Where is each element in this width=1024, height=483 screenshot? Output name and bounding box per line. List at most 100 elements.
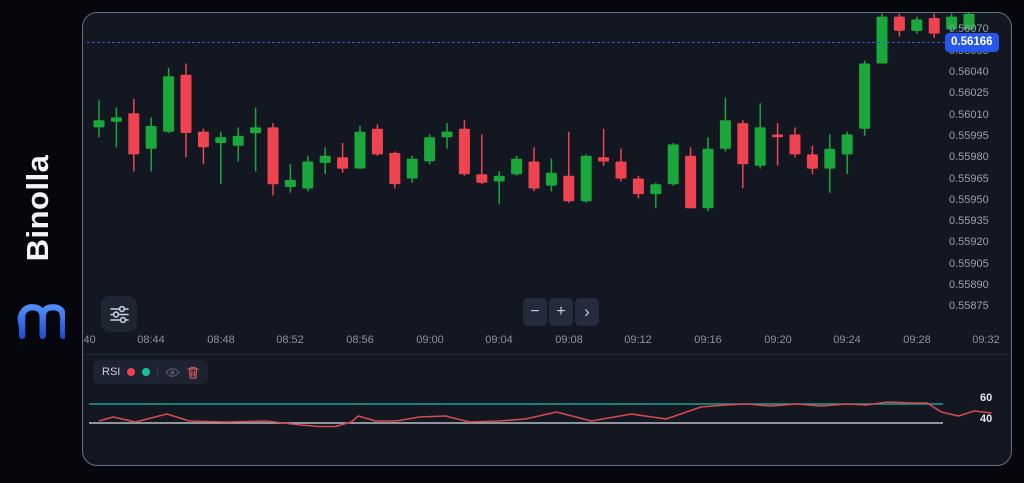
- candle-body: [493, 175, 505, 182]
- candle-body: [441, 131, 453, 138]
- candle-body: [563, 175, 575, 202]
- candle-body: [545, 172, 557, 186]
- candle-body: [163, 76, 175, 132]
- price-axis-tick: 0.55995: [949, 130, 989, 142]
- candle-body: [806, 154, 818, 169]
- candle-body: [371, 128, 383, 155]
- time-axis-tick: 09:12: [624, 334, 652, 346]
- time-axis-tick: 09:28: [903, 334, 931, 346]
- current-price-dashed-line: [87, 42, 945, 43]
- candle-body: [267, 127, 279, 185]
- candle-body: [667, 144, 679, 185]
- candle-body: [685, 155, 697, 209]
- rsi-pane-separator: [83, 354, 1011, 355]
- rsi-upper-level-label: 60: [980, 392, 993, 404]
- candle-body: [893, 16, 905, 31]
- candle-body: [232, 135, 244, 146]
- price-axis-tick: 0.55905: [949, 258, 989, 270]
- price-axis-tick: 0.55890: [949, 279, 989, 291]
- price-axis-tick: 0.56085: [949, 13, 989, 15]
- time-axis-tick: 08:48: [207, 334, 235, 346]
- brand-logo-icon: [17, 304, 65, 339]
- brand-name: Binolla: [20, 154, 55, 262]
- price-axis-tick: 0.55980: [949, 151, 989, 163]
- indicator-settings-button[interactable]: [101, 296, 137, 332]
- candle-body: [319, 155, 331, 163]
- candle-body: [458, 128, 470, 175]
- candle-body: [110, 117, 122, 122]
- time-axis-tick: 08:56: [346, 334, 374, 346]
- candle-body: [93, 120, 105, 128]
- rsi-red-dot-icon[interactable]: [127, 368, 136, 376]
- candle-body: [128, 113, 140, 155]
- time-axis-tick: 08:40: [83, 334, 96, 346]
- current-price-label: 0.56166: [945, 33, 999, 52]
- candle-body: [406, 158, 418, 179]
- candle-body: [859, 63, 871, 129]
- price-axis-tick: 0.55935: [949, 215, 989, 227]
- candle-body: [876, 16, 888, 64]
- time-axis-tick: 09:04: [485, 334, 513, 346]
- candle-body: [528, 161, 540, 189]
- rsi-indicator-chip[interactable]: RSI: [93, 360, 209, 384]
- chip-divider: [157, 365, 159, 379]
- candle-body: [284, 179, 296, 187]
- time-axis-tick: 09:20: [764, 334, 792, 346]
- candle-body: [598, 157, 610, 162]
- candle-body: [928, 18, 940, 34]
- rsi-teal-dot-icon[interactable]: [142, 368, 151, 376]
- visibility-eye-icon[interactable]: [165, 367, 181, 378]
- candle-body: [424, 137, 436, 162]
- candle-body: [337, 157, 349, 169]
- time-axis-tick: 08:52: [276, 334, 304, 346]
- pan-right-button[interactable]: ›: [575, 298, 599, 326]
- price-axis-tick: 0.55965: [949, 173, 989, 185]
- time-axis-tick: 09:00: [416, 334, 444, 346]
- price-axis-tick: 0.55875: [949, 300, 989, 312]
- candle-body: [180, 74, 192, 133]
- time-axis-tick: 08:44: [137, 334, 165, 346]
- candle-body: [389, 152, 401, 185]
- candle-body: [841, 134, 853, 155]
- price-axis-tick: 0.56010: [949, 109, 989, 121]
- price-axis-tick: 0.55920: [949, 236, 989, 248]
- candle-body: [145, 126, 157, 149]
- candle-body: [772, 134, 784, 138]
- candle-body: [754, 127, 766, 166]
- rsi-lower-level-label: 40: [980, 413, 993, 425]
- candle-body: [354, 131, 366, 169]
- candle-body: [250, 127, 262, 134]
- time-axis-tick: 09:08: [555, 334, 583, 346]
- candle-body: [511, 158, 523, 175]
- sliders-icon: [109, 305, 129, 323]
- candle-body: [911, 19, 923, 31]
- candle-body: [476, 174, 488, 183]
- price-axis-tick: 0.56025: [949, 87, 989, 99]
- price-axis-tick: 0.56040: [949, 66, 989, 78]
- price-axis[interactable]: 0.560850.560700.560550.560400.560250.560…: [949, 13, 1011, 353]
- candle-body: [737, 123, 749, 165]
- rsi-chip-label: RSI: [102, 366, 121, 378]
- candle-body: [302, 161, 314, 189]
- candles-layer: [93, 13, 975, 212]
- zoom-in-button[interactable]: +: [549, 298, 573, 326]
- candle-body: [719, 120, 731, 149]
- brand-sidebar: Binolla: [0, 0, 80, 483]
- time-axis-tick: 09:16: [694, 334, 722, 346]
- candle-body: [615, 161, 627, 179]
- chart-panel: 0.56166 0.560850.560700.560550.560400.56…: [82, 12, 1012, 466]
- candle-body: [215, 137, 227, 143]
- candle-body: [789, 134, 801, 155]
- time-axis-tick: 09:24: [833, 334, 861, 346]
- candle-body: [197, 131, 209, 148]
- candle-body: [824, 148, 836, 169]
- candle-body: [702, 148, 714, 209]
- time-axis[interactable]: 08:40 08:44 08:48 08:52 08:56 09:00 09:04 09:08…: [83, 334, 1011, 350]
- rsi-layer: [89, 401, 992, 428]
- candle-body: [580, 155, 592, 202]
- candle-body: [632, 178, 644, 195]
- price-axis-tick: 0.55950: [949, 194, 989, 206]
- zoom-out-button[interactable]: −: [523, 298, 547, 326]
- candle-body: [650, 184, 662, 195]
- delete-trash-icon[interactable]: [187, 366, 199, 379]
